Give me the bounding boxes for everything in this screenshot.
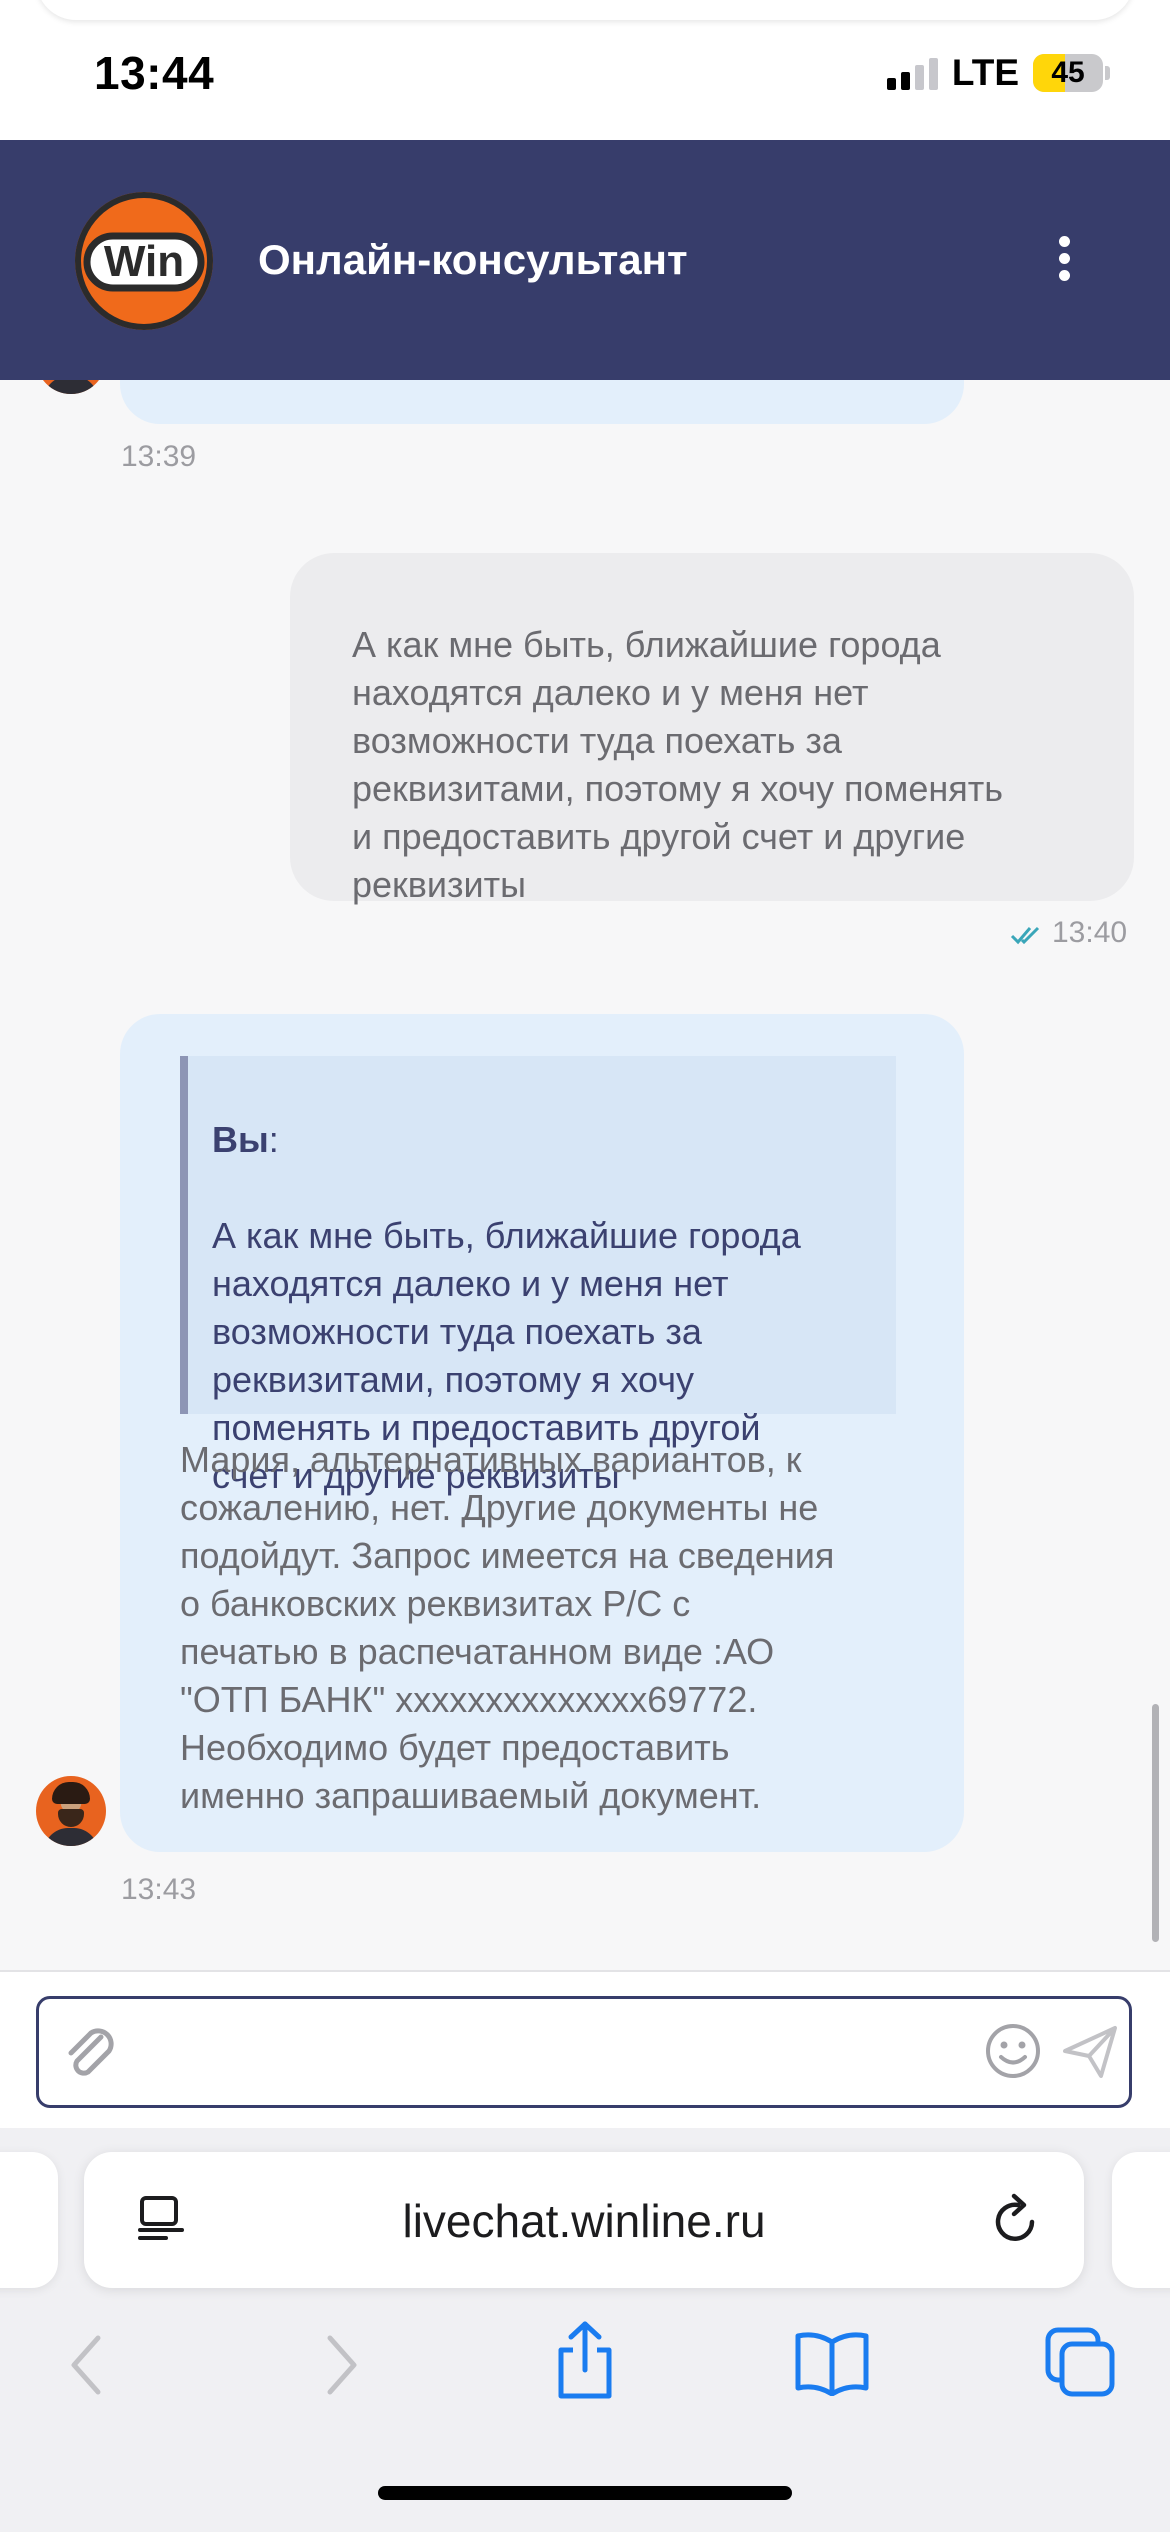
smiley-icon[interactable] xyxy=(983,2021,1043,2081)
status-indicators: LTE 45 xyxy=(886,52,1110,94)
outgoing-message-text: А как мне быть, ближайшие города находят… xyxy=(352,624,1003,905)
send-icon[interactable] xyxy=(1061,2023,1119,2081)
tabs-icon[interactable] xyxy=(1044,2326,1116,2398)
browser-nav xyxy=(0,2320,1170,2410)
quoted-message: Вы: А как мне быть, ближайшие города нах… xyxy=(180,1056,896,1496)
more-vertical-icon[interactable] xyxy=(1054,236,1074,286)
message-input[interactable] xyxy=(139,2019,983,2087)
message-time: 13:43 xyxy=(121,1873,197,1906)
url-text: livechat.winline.ru xyxy=(402,2195,766,2247)
sheet-edge xyxy=(36,0,1134,20)
network-type: LTE xyxy=(951,52,1019,93)
reload-icon[interactable] xyxy=(990,2192,1042,2248)
home-indicator[interactable] xyxy=(378,2486,792,2500)
incoming-message-partial xyxy=(120,380,964,424)
address-bar[interactable]: livechat.winline.ru xyxy=(84,2152,1084,2288)
message-time: 13:40 xyxy=(1052,916,1128,949)
incoming-message: Вы: А как мне быть, ближайшие города нах… xyxy=(120,1014,964,1852)
chat-scrollbar[interactable] xyxy=(1152,1704,1159,1942)
bookmarks-icon[interactable] xyxy=(794,2330,870,2396)
logo-text: Win xyxy=(104,237,184,286)
incoming-message-text: Мария, альтернативных вариантов, к сожал… xyxy=(180,1439,835,1816)
status-time: 13:44 xyxy=(94,47,215,99)
status-bar: 13:44 LTE 45 xyxy=(0,0,1170,140)
back-icon[interactable] xyxy=(66,2330,110,2400)
forward-icon[interactable] xyxy=(318,2330,362,2400)
battery-level: 45 xyxy=(1051,56,1085,89)
double-check-icon xyxy=(1010,926,1040,945)
operator-avatar xyxy=(36,380,106,394)
operator-avatar xyxy=(36,1776,106,1846)
paperclip-icon[interactable] xyxy=(61,2023,119,2083)
battery-icon: 45 xyxy=(1033,54,1103,92)
share-icon[interactable] xyxy=(553,2320,617,2400)
quote-author: Вы xyxy=(212,1119,269,1160)
message-time: 13:39 xyxy=(121,440,197,473)
message-composer xyxy=(36,1996,1132,2108)
previous-tab[interactable] xyxy=(0,2152,58,2288)
next-tab[interactable] xyxy=(1112,2152,1170,2288)
signal-strength-icon xyxy=(886,56,938,90)
battery-tip xyxy=(1105,66,1110,80)
chat-title: Онлайн-консультант xyxy=(258,236,688,283)
chat-messages[interactable]: 13:39 А как мне быть, ближайшие города н… xyxy=(0,380,1170,1970)
outgoing-message: А как мне быть, ближайшие города находят… xyxy=(290,553,1134,905)
winline-logo: Win xyxy=(75,192,213,330)
chat-header: Win Онлайн-консультант xyxy=(0,140,1170,380)
